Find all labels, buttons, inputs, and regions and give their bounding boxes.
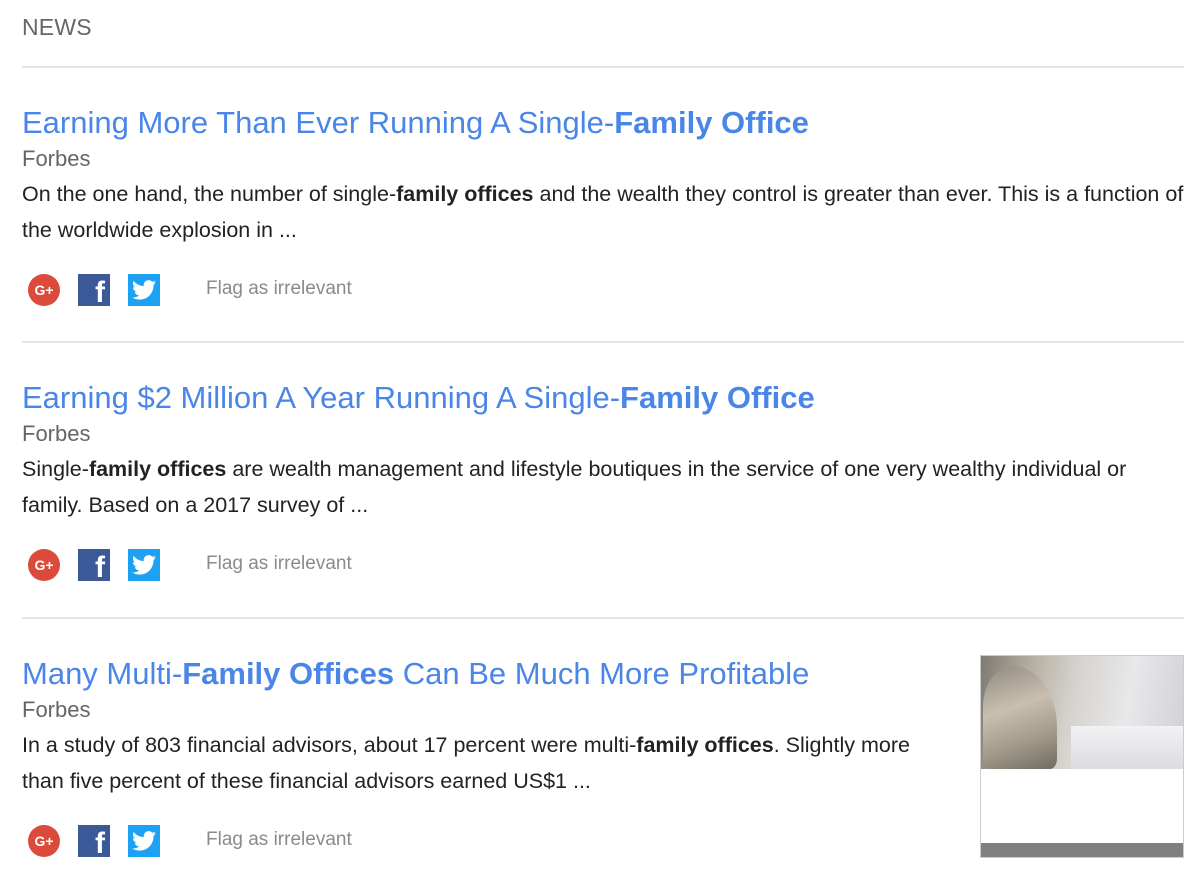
twitter-icon[interactable]	[128, 549, 160, 581]
flag-irrelevant-link[interactable]: Flag as irrelevant	[206, 829, 352, 851]
headline-link[interactable]: Many Multi-Family Offices Can Be Much Mo…	[22, 655, 962, 693]
twitter-icon[interactable]	[128, 274, 160, 306]
headline-link[interactable]: Earning More Than Ever Running A Single-…	[22, 104, 1184, 142]
news-item: Earning More Than Ever Running A Single-…	[22, 104, 1184, 248]
news-snippet: Single-family offices are wealth managem…	[22, 457, 1127, 517]
google-plus-icon[interactable]: G+	[28, 274, 60, 306]
divider	[22, 617, 1184, 619]
headline-text: Many Multi-	[22, 656, 183, 691]
facebook-icon[interactable]: f	[78, 549, 110, 581]
headline-highlight: Family Offices	[182, 656, 395, 691]
flag-irrelevant-link[interactable]: Flag as irrelevant	[206, 278, 352, 300]
headline-text: Earning More Than Ever Running A Single-	[22, 105, 615, 140]
flag-irrelevant-link[interactable]: Flag as irrelevant	[206, 553, 352, 575]
divider	[22, 66, 1184, 68]
headline-highlight: Family Office	[614, 105, 809, 140]
facebook-icon[interactable]: f	[78, 825, 110, 857]
headline-text: Earning $2 Million A Year Running A Sing…	[22, 380, 621, 415]
news-thumbnail[interactable]	[980, 655, 1184, 858]
news-item: Earning $2 Million A Year Running A Sing…	[22, 379, 1184, 523]
google-plus-icon[interactable]: G+	[28, 825, 60, 857]
news-source: Forbes	[22, 146, 91, 171]
news-source: Forbes	[22, 697, 91, 722]
thumbnail-background	[1071, 726, 1183, 769]
headline-link[interactable]: Earning $2 Million A Year Running A Sing…	[22, 379, 1184, 417]
thumbnail-bar	[981, 843, 1183, 857]
section-label: NEWS	[22, 14, 92, 40]
facebook-icon[interactable]: f	[78, 274, 110, 306]
google-plus-icon[interactable]: G+	[28, 549, 60, 581]
news-source: Forbes	[22, 421, 91, 446]
headline-text-end: Can Be Much More Profitable	[394, 656, 810, 691]
headline-highlight: Family Office	[620, 380, 815, 415]
twitter-icon[interactable]	[128, 825, 160, 857]
news-snippet: On the one hand, the number of single-fa…	[22, 182, 1184, 242]
news-snippet: In a study of 803 financial advisors, ab…	[22, 733, 910, 793]
news-feed: NEWS Earning More Than Ever Running A Si…	[0, 0, 1200, 873]
news-item: Many Multi-Family Offices Can Be Much Mo…	[22, 655, 962, 799]
divider	[22, 341, 1184, 343]
